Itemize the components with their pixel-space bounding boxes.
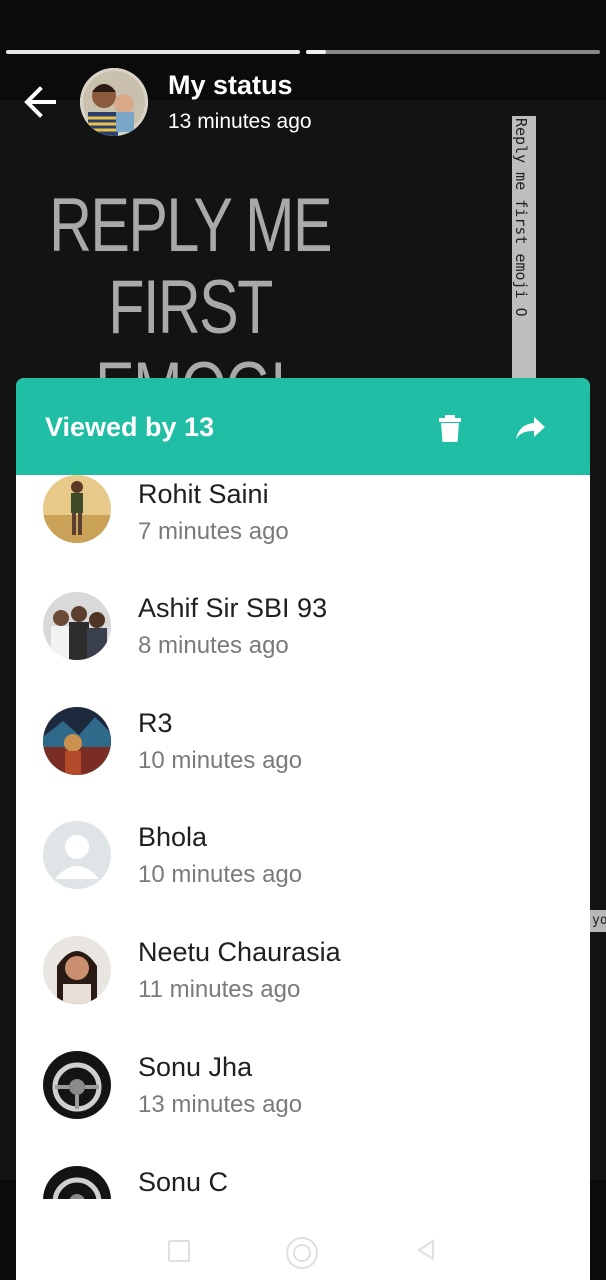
viewer-name: Bhola xyxy=(138,822,208,852)
viewer-name: Ashif Sir SBI 93 xyxy=(138,593,328,623)
arrow-left-icon xyxy=(24,86,56,118)
home-button[interactable] xyxy=(286,1237,318,1269)
viewer-time: 13 minutes ago xyxy=(138,1091,303,1118)
viewer-name: Neetu Chaurasia xyxy=(138,937,341,967)
viewer-time: 10 minutes ago xyxy=(138,861,303,888)
viewer-time: 8 minutes ago xyxy=(138,632,289,659)
status-edge-text: yo xyxy=(590,910,606,932)
viewer-time: 10 minutes ago xyxy=(138,747,303,774)
steering-wheel-photo-icon xyxy=(43,1051,111,1119)
recent-apps-button[interactable] xyxy=(168,1240,190,1262)
viewers-list[interactable]: Rohit Saini 7 minutes ago Ashif Sir SBI … xyxy=(16,475,590,1199)
viewer-avatar xyxy=(43,592,111,660)
viewer-name: R3 xyxy=(138,708,173,738)
viewer-avatar xyxy=(43,1166,111,1199)
progress-segment-2 xyxy=(306,50,600,54)
triangle-back-icon xyxy=(417,1239,434,1261)
forward-status-button[interactable] xyxy=(514,414,548,442)
rohit-photo-icon xyxy=(43,475,111,543)
viewer-time: 11 minutes ago xyxy=(138,976,301,1003)
status-owner-title: My status xyxy=(168,70,293,100)
viewer-row[interactable]: Ashif Sir SBI 93 8 minutes ago xyxy=(16,572,590,686)
status-time: 13 minutes ago xyxy=(168,110,312,133)
viewed-by-count: Viewed by 13 xyxy=(45,412,215,442)
viewer-avatar xyxy=(43,1051,111,1119)
group-photo-icon xyxy=(43,592,111,660)
system-back-button[interactable] xyxy=(416,1239,436,1261)
viewer-avatar xyxy=(43,707,111,775)
system-nav-bar xyxy=(16,1199,590,1280)
viewer-row[interactable]: Neetu Chaurasia 11 minutes ago xyxy=(16,916,590,1030)
viewers-sheet: Viewed by 13 Rohit Saini 7 minutes ago A… xyxy=(16,378,590,1280)
status-side-text: Reply me first emoji O xyxy=(512,116,536,378)
viewer-avatar xyxy=(43,821,111,889)
neetu-photo-icon xyxy=(43,936,111,1004)
status-text-line-1: REPLY ME xyxy=(49,183,332,268)
r3-photo-icon xyxy=(43,707,111,775)
viewer-name: Sonu C xyxy=(138,1167,229,1197)
viewer-row[interactable]: Sonu Jha 13 minutes ago xyxy=(16,1031,590,1145)
viewer-name: Sonu Jha xyxy=(138,1052,253,1082)
viewer-avatar xyxy=(43,475,111,543)
profile-photo-icon xyxy=(80,68,148,136)
viewer-row[interactable]: Sonu C xyxy=(16,1146,590,1199)
steering-wheel-photo-icon xyxy=(43,1166,111,1199)
viewer-avatar xyxy=(43,936,111,1004)
viewers-sheet-header: Viewed by 13 xyxy=(16,378,590,475)
viewer-name: Rohit Saini xyxy=(138,479,269,509)
trash-icon xyxy=(439,415,461,442)
default-avatar-icon xyxy=(43,821,111,889)
back-button[interactable] xyxy=(20,82,60,122)
share-icon xyxy=(516,417,545,439)
progress-segment-1 xyxy=(6,50,300,54)
viewer-row[interactable]: Rohit Saini 7 minutes ago xyxy=(16,475,590,572)
delete-status-button[interactable] xyxy=(434,412,466,444)
my-avatar[interactable] xyxy=(80,68,148,136)
viewer-time: 7 minutes ago xyxy=(138,518,289,545)
viewer-row[interactable]: R3 10 minutes ago xyxy=(16,687,590,801)
status-progress xyxy=(6,50,600,54)
viewer-row[interactable]: Bhola 10 minutes ago xyxy=(16,801,590,915)
